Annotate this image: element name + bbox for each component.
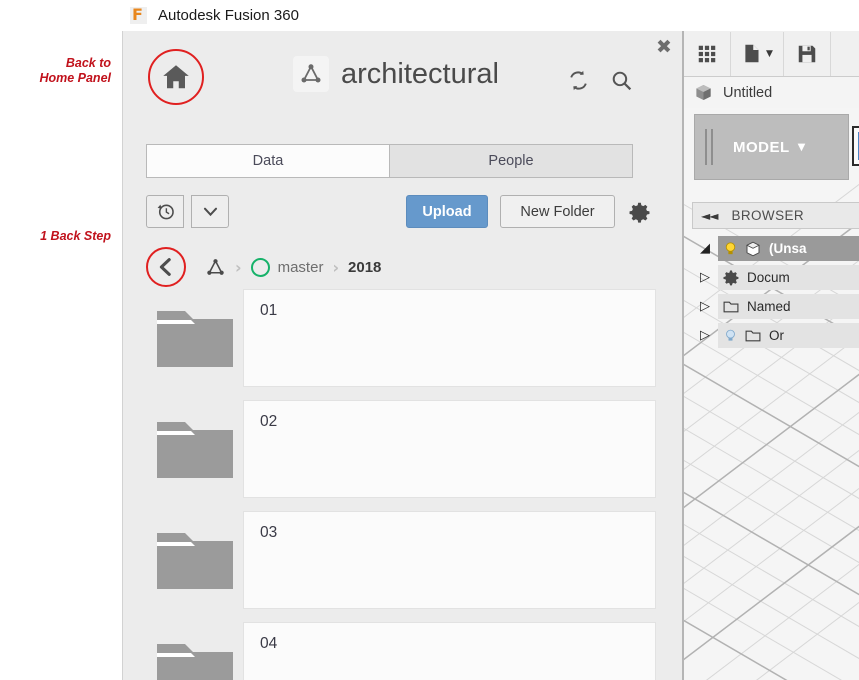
save-floppy-icon[interactable] [784,31,831,76]
refresh-icon[interactable] [566,68,591,93]
expand-triangle-icon[interactable]: ▷ [692,328,718,343]
folder-icon [146,400,243,498]
tree-row[interactable]: ▷ Named [692,294,859,319]
chevron-down-icon: ▼ [766,48,773,59]
breadcrumb-label: master [277,258,324,276]
project-triangle-icon [293,56,329,92]
double-chevron-left-icon[interactable]: ◄◄ [701,209,718,223]
window-title: Autodesk Fusion 360 [158,7,299,24]
breadcrumb-item-current[interactable]: 2018 [348,259,381,276]
tree-label: Or [769,328,784,343]
breadcrumb: › master › 2018 [146,245,381,289]
folder-list: 01 02 03 04 [146,289,656,680]
toolbar-command-button[interactable] [852,126,859,166]
breadcrumb-project-icon[interactable] [205,257,226,278]
annotation-back-to-home-panel: Back to Home Panel [39,56,111,85]
cube-icon [694,83,713,102]
list-item[interactable]: 02 [146,400,656,498]
browser-tree: ◢ (Unsa ▷ Docum ▷ Named ▷ Or [692,236,859,352]
tree-row[interactable]: ◢ (Unsa [692,236,859,261]
document-tab-label: Untitled [723,84,773,101]
screenshot-root: Back to Home Panel 1 Back Step Autodesk … [0,0,859,680]
data-panel-toolbar: Upload New Folder [146,192,649,234]
home-button[interactable] [148,49,204,105]
back-button[interactable] [146,247,186,287]
new-file-button[interactable]: ▼ [731,31,784,76]
home-icon [161,62,191,92]
tab-people[interactable]: People [389,144,633,178]
document-tabbar: Untitled [684,77,859,109]
project-title-group: architectural [293,56,499,92]
lightbulb-on-icon[interactable] [722,240,739,257]
tree-label: Named [747,299,791,314]
lightbulb-off-icon[interactable] [722,327,739,344]
expand-triangle-icon[interactable]: ▷ [692,270,718,285]
chevron-down-icon[interactable] [191,195,229,228]
list-item[interactable]: 04 [146,622,656,680]
breadcrumb-separator: › [235,257,242,277]
model-viewport[interactable]: MODEL ▼ ◄◄ BROWSER ◢ (Unsa ▷ Docum ▷ Nam… [684,108,859,680]
folder-name: 04 [243,622,656,680]
data-panel-header: architectural ✖ [123,31,682,109]
browser-header: ◄◄ BROWSER [692,202,859,229]
data-panel: architectural ✖ Data People Upload New F… [122,31,682,680]
folder-icon [146,289,243,387]
folder-icon [146,511,243,609]
list-item[interactable]: 03 [146,511,656,609]
tree-label: Docum [747,270,790,285]
chevron-down-icon[interactable]: ▼ [798,142,806,153]
cube-icon [744,240,762,258]
folder-icon [146,622,243,680]
folder-outline-icon [744,327,762,345]
tree-label: (Unsa [769,241,807,256]
window-titlebar: Autodesk Fusion 360 [122,0,859,31]
search-icon[interactable] [609,68,634,93]
folder-name: 01 [243,289,656,387]
application-area: ▼ Untitled MODEL ▼ ◄◄ BROWSER ◢ (Unsa ▷ … [682,31,859,680]
chevron-left-icon [155,256,177,278]
upload-button[interactable]: Upload [406,195,488,228]
new-folder-button[interactable]: New Folder [500,195,615,228]
application-toolbar: ▼ [684,31,859,77]
browser-title: BROWSER [731,208,805,223]
page-title: architectural [341,57,499,90]
gear-icon [722,269,740,287]
expand-triangle-icon[interactable]: ◢ [692,241,718,256]
breadcrumb-item-master[interactable]: master [250,257,324,277]
model-workspace-label: MODEL [733,138,790,156]
panel-tabs: Data People [146,144,633,178]
gear-icon[interactable] [627,200,651,224]
folder-name: 03 [243,511,656,609]
toolbar-drag-handle[interactable] [701,129,717,165]
isometric-grid [684,183,859,680]
folder-name: 02 [243,400,656,498]
tree-row[interactable]: ▷ Docum [692,265,859,290]
grid-9-dots-icon[interactable] [684,31,731,76]
history-clock-icon[interactable] [146,195,184,228]
annotation-one-back-step: 1 Back Step [40,229,111,243]
folder-outline-icon [722,298,740,316]
tab-data[interactable]: Data [146,144,389,178]
model-toolbar[interactable]: MODEL ▼ [694,114,849,180]
hub-circle-icon [250,257,270,277]
file-icon [741,43,762,64]
breadcrumb-separator: › [332,257,340,277]
fusion-f-icon [130,5,147,25]
tree-row[interactable]: ▷ Or [692,323,859,348]
history-button-group [146,195,229,228]
close-icon[interactable]: ✖ [653,36,675,58]
expand-triangle-icon[interactable]: ▷ [692,299,718,314]
list-item[interactable]: 01 [146,289,656,387]
